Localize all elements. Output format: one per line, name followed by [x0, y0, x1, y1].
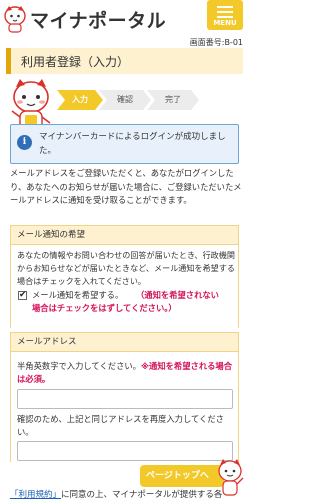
terms-link[interactable]: 「利用規約」 [10, 490, 61, 500]
logo-mascot-icon [4, 6, 26, 33]
email-confirm-input[interactable] [17, 441, 233, 461]
email-confirm-label: 確認のため、上記と同じアドレスを再度入力してください。 [17, 414, 224, 437]
page-title-bar: 利用者登録（入力） [6, 48, 243, 74]
terms-rest-text: に同意の上、マイナポータルが提供する各 [61, 490, 223, 500]
email-input[interactable] [17, 389, 233, 409]
notification-checkbox[interactable] [18, 289, 27, 302]
email-label-prefix: 半角英数字で入力してください。 [17, 361, 141, 371]
title-accent [6, 48, 11, 74]
step-input-label: 入力 [72, 95, 88, 104]
header: マイナポータル MENU [0, 0, 249, 36]
step-complete-label: 完了 [165, 95, 181, 104]
step-complete: 完了 [147, 90, 199, 110]
screen-number: 画面番号:B-01 [189, 38, 243, 47]
page-top-button[interactable]: ページトップへ [140, 465, 224, 487]
step-confirm: 確認 [99, 90, 151, 110]
notification-note-line2: 場合はチェックをはずしてください。） [32, 303, 177, 313]
notification-description: あなたの情報やお問い合わせの回答が届いたとき、行政機関からお知らせなどが届いたと… [17, 250, 235, 286]
login-success-message: i マイナンバーカードによるログインが成功しました。 [10, 124, 239, 164]
info-message-text: マイナンバーカードによるログインが成功しました。 [39, 132, 226, 156]
page-title: 利用者登録（入力） [21, 55, 130, 69]
menu-label: MENU [213, 19, 237, 27]
page-top-label: ページトップへ [146, 471, 209, 481]
intro-text: メールアドレスをご登録いただくと、あなたがログインしたり、あなたへのお知らせが届… [10, 168, 242, 205]
menu-button[interactable]: MENU [207, 0, 243, 30]
notification-note-line1: （通知を希望されない [136, 290, 219, 300]
logo-text[interactable]: マイナポータル [30, 6, 166, 33]
info-icon: i [17, 135, 32, 150]
email-label: 半角英数字で入力してください。※通知を希望される場合は必須。 [17, 360, 239, 386]
terms-text: 「利用規約」に同意の上、マイナポータルが提供する各 [10, 488, 250, 500]
step-confirm-label: 確認 [117, 95, 133, 104]
step-input: 入力 [57, 90, 103, 110]
email-section-heading: メールアドレス [10, 332, 239, 352]
hamburger-icon [217, 6, 233, 8]
notification-checkbox-label[interactable]: メール通知を希望する。 [32, 289, 123, 302]
notification-section-heading: メール通知の希望 [10, 225, 239, 245]
